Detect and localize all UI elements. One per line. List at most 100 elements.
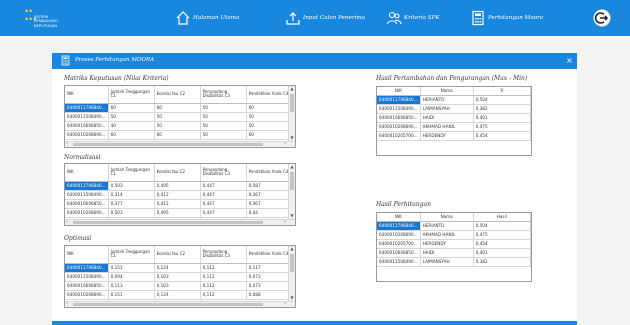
cell-value[interactable]: 0,088 (246, 290, 293, 300)
nav-halaman-utama[interactable]: Halaman Utama (175, 6, 239, 30)
column-header-c3[interactable]: Penyandang Disabilitas C3 (200, 164, 247, 182)
vertical-scrollbar[interactable]: ▲ ▼ (288, 164, 295, 219)
cell-nik[interactable]: 6400011706840... (377, 95, 421, 105)
cell-nik[interactable]: 6400011508490... (377, 104, 421, 114)
cell-value[interactable]: 0,382 (473, 104, 531, 114)
cell-value[interactable]: 0,073 (246, 272, 293, 282)
cell-value[interactable]: 0,495 (154, 208, 201, 218)
nav-kriteria-spk[interactable]: Kriteria SPK (386, 6, 440, 30)
cell-value[interactable]: 0,447 (200, 190, 247, 200)
table-row[interactable]: 6400011706840... 0,503 0,495 0,447 0,587 (65, 181, 293, 191)
cell-value[interactable]: 50 (246, 121, 293, 131)
cell-nik[interactable]: 6400010606850... (65, 199, 109, 209)
cell-nik[interactable]: 6400010208690... (65, 208, 109, 218)
scroll-right-icon[interactable]: › (284, 141, 286, 147)
scroll-left-icon[interactable]: ‹ (66, 301, 68, 307)
cell-value[interactable]: 0,377 (108, 199, 155, 209)
scroll-left-icon[interactable]: ‹ (66, 141, 68, 147)
cell-nik[interactable]: 6400011508490... (65, 112, 109, 122)
scroll-right-icon[interactable]: › (284, 219, 286, 225)
column-header-nik[interactable]: NIK (65, 86, 109, 104)
horizontal-scrollbar[interactable]: ‹ › (65, 219, 295, 225)
cell-value[interactable]: 0,454 (473, 239, 531, 249)
cell-value[interactable]: 0,475 (473, 230, 531, 240)
cell-value[interactable]: 0,124 (154, 263, 201, 273)
cell-value[interactable]: 0,503 (108, 181, 155, 191)
scrollbar-thumb[interactable] (73, 303, 263, 306)
cell-nik[interactable]: 6400010606850... (377, 248, 421, 258)
cell-value[interactable]: 50 (200, 130, 247, 140)
scroll-up-icon[interactable]: ▲ (289, 164, 295, 170)
cell-value[interactable]: 50 (200, 112, 247, 122)
table-row[interactable]: 6400010208690... 0,151 0,124 0,112 0,088 (65, 290, 293, 300)
cell-nik[interactable]: 6400011706840... (65, 103, 109, 113)
table-row[interactable]: 6400011706840... HERIANTO 0,504 (377, 95, 531, 105)
nav-perhitungan-moora[interactable]: Perhitungan Moora (470, 6, 543, 30)
column-header-c2[interactable]: Kondisi Ibu C2 (154, 164, 201, 182)
cell-nik[interactable]: 6400011508490... (377, 257, 421, 267)
cell-value[interactable]: 0,151 (108, 290, 155, 300)
optimasi-grid[interactable]: NIK Jumlah Tanggungan C1 Kondisi Ibu C2 … (64, 245, 296, 308)
cell-value[interactable]: 0,103 (154, 272, 201, 282)
cell-value[interactable]: 60 (154, 130, 201, 140)
cell-nik[interactable]: 6400011508490... (65, 190, 109, 200)
nav-input-calon-penerima[interactable]: Input Calon Penerima (285, 6, 365, 30)
cell-value[interactable]: 0,454 (473, 131, 531, 141)
column-header-hasil[interactable]: Hasil (473, 213, 531, 222)
cell-nama[interactable]: LAIMANSYAH (420, 104, 474, 114)
table-row[interactable]: 6400011508490... 0,094 0,103 0,112 0,073 (65, 272, 293, 282)
cell-nik[interactable]: 6400011706840... (65, 263, 109, 273)
cell-value[interactable]: 0,367 (246, 199, 293, 209)
cell-value[interactable]: 60 (246, 130, 293, 140)
cell-nik[interactable]: 6400010208690... (377, 230, 421, 240)
cell-nik[interactable]: 6400010208690... (65, 130, 109, 140)
cell-nama[interactable]: HAIDI (420, 113, 474, 123)
cell-value[interactable]: 50 (200, 103, 247, 113)
hasil-perhitungan-grid[interactable]: NIK Nama Hasil 6400011706840... HERIANTO 0… (376, 212, 532, 282)
hasil-pertambahan-grid[interactable]: NIK Nama Yi 6400011706840... HERIANTO 0,50… (376, 86, 532, 156)
scrollbar-thumb[interactable] (73, 143, 263, 146)
cell-value[interactable]: 50 (154, 121, 201, 131)
column-header-c4[interactable]: Pendidikan Anak C4 (246, 246, 293, 264)
column-header-c4[interactable]: Pendidikan Anak C4 (246, 86, 293, 104)
cell-nik[interactable]: 6400010205700... (377, 131, 421, 141)
scrollbar-thumb[interactable] (290, 94, 294, 112)
table-row[interactable]: 6400010208690... AKHMAD HANIL 0,475 (377, 122, 531, 132)
column-header-nik[interactable]: NIK (377, 87, 421, 96)
cell-nik[interactable]: 6400010208690... (377, 122, 421, 132)
horizontal-scrollbar[interactable]: ‹ › (65, 301, 295, 307)
cell-nik[interactable]: 6400011706840... (377, 221, 421, 231)
table-row[interactable]: 6400010606850... HAIDI 0,401 (377, 248, 531, 258)
cell-value[interactable]: 0,447 (200, 199, 247, 209)
cell-value[interactable]: 0,503 (108, 208, 155, 218)
cell-value[interactable]: 60 (108, 130, 155, 140)
column-header-c1[interactable]: Jumlah Tanggungan C1 (108, 246, 155, 264)
cell-nik[interactable]: 6400010208690... (65, 290, 109, 300)
close-button[interactable]: × (566, 56, 573, 65)
table-row[interactable]: 6400010205700... HERDENDY 0,454 (377, 131, 531, 141)
vertical-scrollbar[interactable]: ▲ ▼ (288, 86, 295, 141)
cell-value[interactable]: 50 (200, 121, 247, 131)
cell-value[interactable]: 0,475 (473, 122, 531, 132)
cell-nik[interactable]: 6400010606850... (377, 113, 421, 123)
cell-value[interactable]: 0,447 (200, 181, 247, 191)
column-header-nik[interactable]: NIK (65, 164, 109, 182)
cell-value[interactable]: 0,112 (200, 290, 247, 300)
cell-value[interactable]: 0,412 (154, 199, 201, 209)
cell-nik[interactable]: 6400010606850... (65, 281, 109, 291)
normalisasi-grid[interactable]: NIK Jumlah Tanggungan C1 Kondisi Ibu C2 … (64, 163, 296, 226)
column-header-c1[interactable]: Jumlah Tanggungan C1 (108, 86, 155, 104)
cell-nik[interactable]: 6400011508490... (65, 272, 109, 282)
table-row[interactable]: 6400010208690... 0,503 0,495 0,447 0,44 (65, 208, 293, 218)
table-row[interactable]: 6400010208690... 60 60 50 60 (65, 130, 293, 140)
vertical-scrollbar[interactable]: ▲ ▼ (288, 246, 295, 301)
cell-value[interactable]: 0,314 (108, 190, 155, 200)
cell-value[interactable]: 40 (108, 121, 155, 131)
table-row[interactable]: 6400010606850... HAIDI 0,401 (377, 113, 531, 123)
cell-value[interactable]: 0,401 (473, 113, 531, 123)
cell-value[interactable]: 60 (108, 103, 155, 113)
cell-value[interactable]: 0,124 (154, 290, 201, 300)
table-row[interactable]: 6400010606850... 0,377 0,412 0,447 0,367 (65, 199, 293, 209)
horizontal-scrollbar[interactable]: ‹ › (65, 141, 295, 147)
scrollbar-thumb[interactable] (73, 221, 263, 224)
